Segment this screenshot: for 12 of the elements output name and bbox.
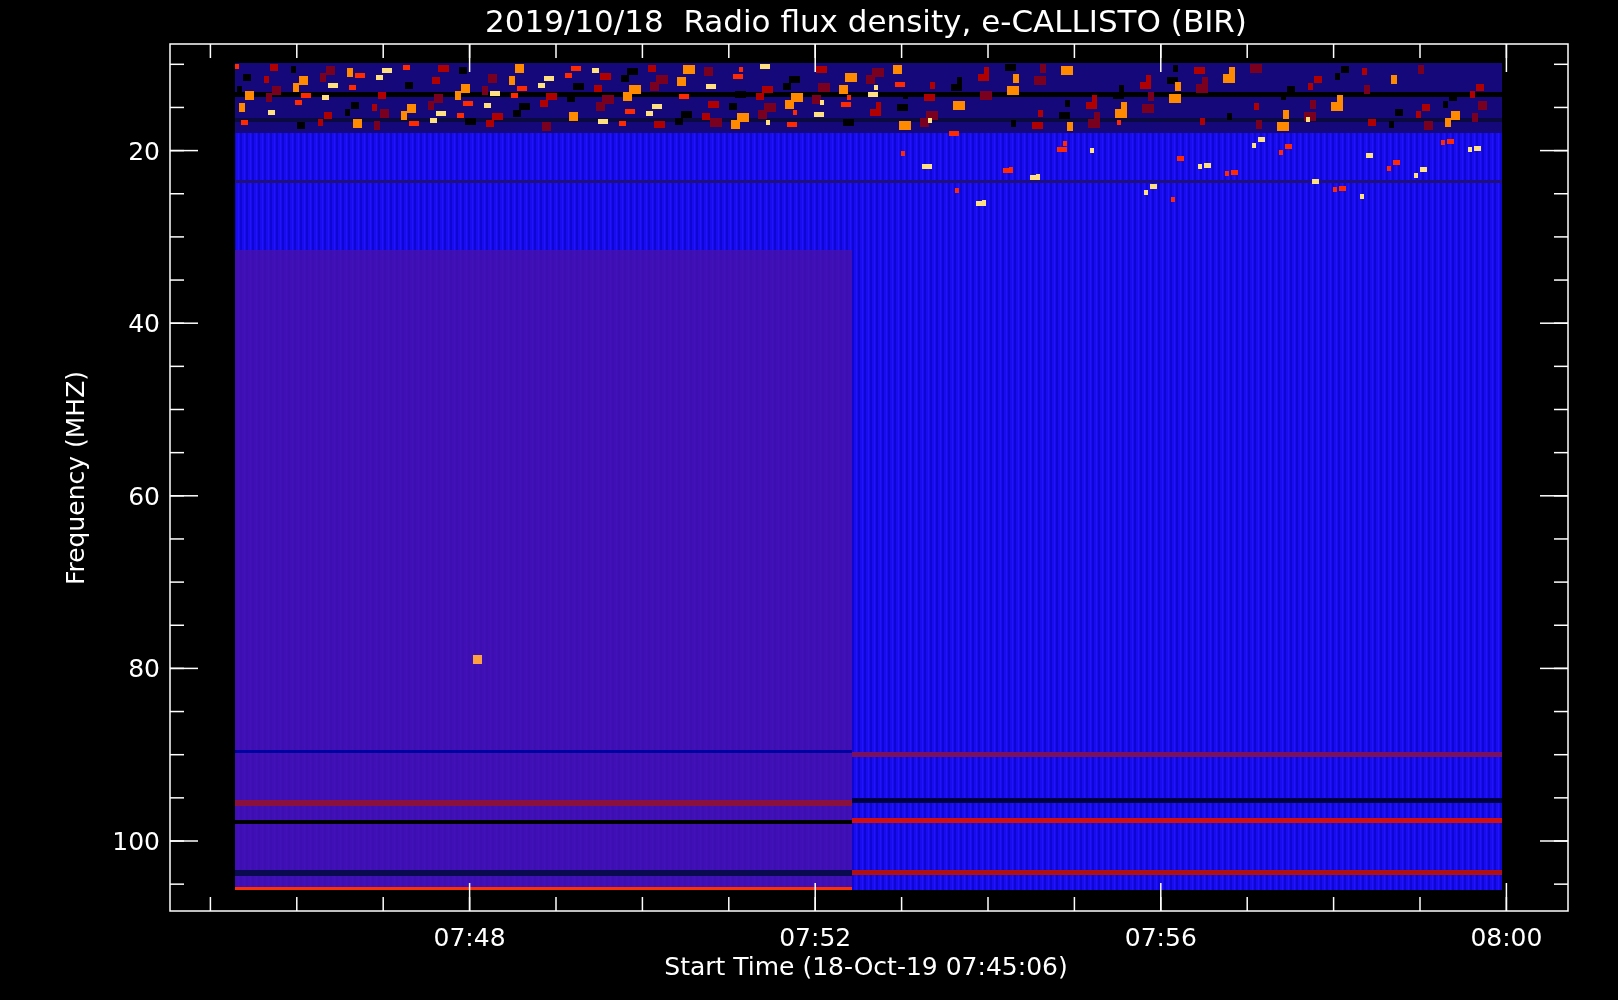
axis-tick-label: 20 [128,136,160,166]
axis-label: Frequency (MHZ) [61,370,90,586]
axis-tick-label: 07:52 [779,923,852,952]
axis-tick-label: 08:00 [1470,923,1543,952]
axis-label: Start Time (18-Oct-19 07:45:06) [664,952,1068,981]
axis-tick-label: 80 [128,654,160,684]
chart-title: 2019/10/18 Radio flux density, e-CALLISTO (BIR) [485,3,1247,39]
axis-tick-label: 07:56 [1124,923,1197,952]
axis-tick-label: 07:48 [433,923,506,952]
axis-tick-label: 100 [112,827,160,856]
axis-tick-label: 60 [128,481,160,511]
axis-tick-label: 40 [128,309,160,339]
